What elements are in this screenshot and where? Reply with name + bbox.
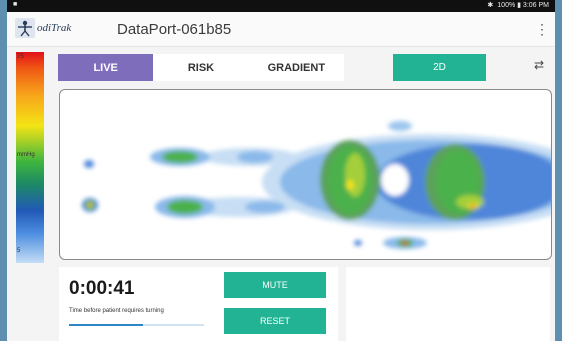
swap-arrows-icon[interactable]: ⇄ [534, 58, 544, 72]
scale-unit-label: mmHg [17, 152, 35, 158]
app-brand: odiTrak [37, 22, 72, 34]
notification-icon: ■ [13, 1, 18, 8]
bluetooth-icon: ✱ [487, 2, 494, 9]
info-panel [346, 267, 550, 341]
mute-button[interactable]: MUTE [224, 272, 326, 298]
scale-min-label: 5 [17, 248, 21, 254]
tab-live[interactable]: LIVE [58, 54, 154, 81]
tab-gradient[interactable]: GRADIENT [249, 54, 344, 81]
view-tabs: LIVE RISK GRADIENT [58, 54, 344, 81]
tab-risk[interactable]: RISK [153, 54, 248, 81]
turn-timer: 0:00:41 [69, 278, 135, 299]
turn-timer-progress [69, 324, 204, 326]
app-bar: odiTrak DataPort-061b85 ⋮ [7, 12, 555, 47]
device-title: DataPort-061b85 [117, 21, 232, 38]
app-logo: odiTrak [15, 18, 71, 38]
status-right: ✱ 100% ▮ 3:06 PM [487, 1, 549, 9]
status-text: 100% ▮ 3:06 PM [497, 2, 549, 9]
scale-max-label: 75 [17, 54, 24, 60]
turn-timer-card: 0:00:41 Time before patient requires tur… [59, 267, 338, 341]
turn-timer-label: Time before patient requires turning [69, 308, 164, 314]
turn-timer-progress-fill [69, 324, 144, 326]
kebab-menu-icon[interactable]: ⋮ [535, 21, 549, 38]
pressure-map [59, 89, 552, 260]
pressure-heatmap [82, 121, 551, 249]
app-screen: ■ ✱ 100% ▮ 3:06 PM odiTrak DataPort-061b… [7, 0, 555, 341]
status-bar: ■ ✱ 100% ▮ 3:06 PM [7, 0, 555, 12]
view-2d-button[interactable]: 2D [393, 54, 486, 81]
vitruvian-logo-icon [15, 18, 35, 38]
reset-button[interactable]: RESET [224, 308, 326, 334]
pressure-scale: 75 mmHg 5 [16, 52, 44, 263]
